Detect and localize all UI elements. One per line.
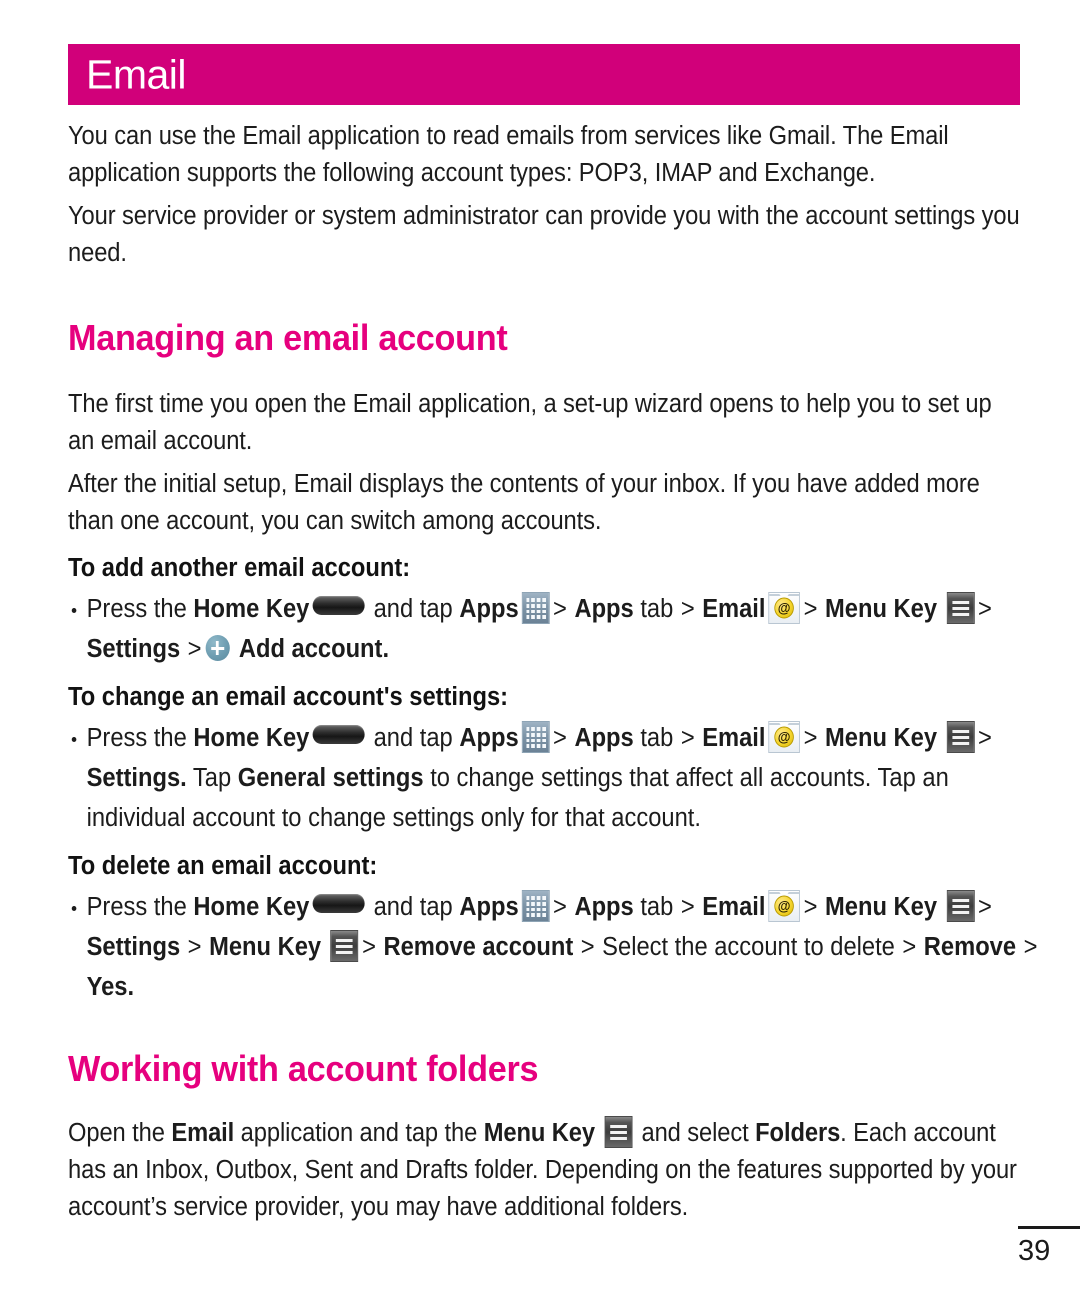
footer-divider [1018, 1226, 1080, 1229]
step-delete-account: Press the Home Key and tap Apps > Apps ta… [68, 887, 1040, 1007]
bullet-marker [71, 906, 77, 911]
apps-grid-icon [521, 721, 550, 753]
arrow-1: > [553, 893, 567, 921]
section-heading-folders-wrap: Working with account folders [68, 1047, 1022, 1091]
bullet-marker [71, 608, 77, 613]
step-label-settings: Settings [86, 635, 181, 663]
subhead-delete-account: To delete an email account: [68, 852, 378, 880]
step-text-select-account: Select the account to delete [602, 933, 895, 961]
page-header-banner: Email [68, 44, 1020, 105]
step-text-and-tap: and tap [373, 595, 453, 623]
arrow-2: > [680, 724, 695, 752]
subhead-add-account: To add another email account: [68, 554, 411, 582]
folders-paragraph: Open the Email application and tap the M… [68, 1115, 1022, 1226]
step-label-add-account: Add account. [238, 635, 390, 663]
section-heading-managing-wrap: Managing an email account [68, 316, 1022, 360]
step-label-home-key: Home Key [193, 724, 310, 752]
step-text-press: Press the [86, 595, 187, 623]
arrow-4: > [978, 893, 992, 921]
step-label-menu-key: Menu Key [825, 724, 938, 752]
step-label-apps-tab: Apps [574, 595, 634, 623]
managing-paragraph-1: The first time you open the Email applic… [68, 390, 992, 455]
step-label-apps-tab: Apps [574, 893, 634, 921]
menu-key-icon [946, 592, 975, 624]
arrow-1: > [553, 724, 567, 752]
bullet-marker [71, 737, 77, 742]
arrow-2: > [680, 893, 695, 921]
step-text-press: Press the [86, 893, 187, 921]
arrow-2: > [680, 595, 695, 623]
step-label-settings: Settings [86, 933, 181, 961]
home-key-icon [312, 596, 365, 615]
section-heading-folders: Working with account folders [68, 1048, 539, 1089]
folders-label-menu-key: Menu Key [483, 1119, 595, 1147]
step-label-home-key: Home Key [193, 595, 310, 623]
section-heading-managing: Managing an email account [68, 317, 508, 358]
step-text-and-tap: and tap [373, 893, 453, 921]
apps-grid-icon [521, 890, 550, 922]
menu-key-icon [604, 1116, 633, 1148]
step-add-account: Press the Home Key and tap Apps > Apps ta… [68, 589, 1040, 669]
email-envelope-icon: @ [768, 721, 800, 753]
page-content: You can use the Email application to rea… [68, 118, 1037, 1226]
arrow-8: > [902, 933, 917, 961]
step-label-apps: Apps [459, 595, 519, 623]
arrow-4: > [978, 724, 992, 752]
step-label-apps: Apps [459, 893, 519, 921]
add-plus-icon [205, 635, 230, 661]
intro-paragraph-1: You can use the Email application to rea… [68, 122, 949, 187]
arrow-1: > [553, 595, 567, 623]
intro-paragraph-2: Your service provider or system administ… [68, 202, 1020, 267]
arrow-7: > [580, 933, 595, 961]
arrow-5: > [187, 933, 202, 961]
step-label-home-key: Home Key [193, 893, 310, 921]
step-label-menu-key: Menu Key [825, 893, 938, 921]
step-text-tab: tab [640, 595, 674, 623]
folders-text-application: application and tap the [240, 1119, 478, 1147]
arrow-3: > [803, 595, 818, 623]
step-label-menu-key: Menu Key [825, 595, 938, 623]
subhead-change-settings: To change an email account's settings: [68, 683, 509, 711]
home-key-icon [312, 725, 365, 744]
step-label-yes: Yes. [86, 973, 135, 1001]
managing-paragraph-2: After the initial setup, Email displays … [68, 470, 980, 535]
menu-key-icon [946, 721, 975, 753]
page-number: 39 [1018, 1235, 1051, 1267]
arrow-6: > [362, 933, 376, 961]
step-label-email: Email [702, 724, 766, 752]
arrow-9: > [1023, 933, 1038, 961]
step-label-apps: Apps [459, 724, 519, 752]
step-text-tap: Tap [192, 764, 232, 792]
email-envelope-icon: @ [768, 592, 800, 624]
step-label-settings: Settings. [86, 764, 187, 792]
step-text-press: Press the [86, 724, 187, 752]
menu-key-icon [946, 890, 975, 922]
step-label-email: Email [702, 893, 766, 921]
step-text-and-tap: and tap [373, 724, 453, 752]
step-label-remove-account: Remove account [383, 933, 574, 961]
step-label-email: Email [702, 595, 766, 623]
email-envelope-icon: @ [768, 890, 800, 922]
folders-label-folders: Folders [755, 1119, 841, 1147]
folders-label-email: Email [171, 1119, 235, 1147]
apps-grid-icon [521, 592, 550, 624]
step-label-remove: Remove [923, 933, 1017, 961]
arrow-5: > [187, 635, 202, 663]
menu-key-icon [330, 930, 359, 962]
home-key-icon [312, 894, 365, 913]
arrow-4: > [978, 595, 992, 623]
step-label-general-settings: General settings [237, 764, 424, 792]
step-label-menu-key-2: Menu Key [209, 933, 322, 961]
step-change-settings: Press the Home Key and tap Apps > Apps ta… [68, 718, 1040, 838]
folders-text-open: Open the [68, 1119, 165, 1147]
step-text-tab: tab [640, 724, 674, 752]
step-label-apps-tab: Apps [574, 724, 634, 752]
step-text-tab: tab [640, 893, 674, 921]
folders-text-and-select: and select [641, 1119, 749, 1147]
page-title: Email [86, 51, 187, 97]
arrow-3: > [803, 893, 818, 921]
manual-page: Email You can use the Email application … [0, 0, 1080, 1296]
arrow-3: > [803, 724, 818, 752]
